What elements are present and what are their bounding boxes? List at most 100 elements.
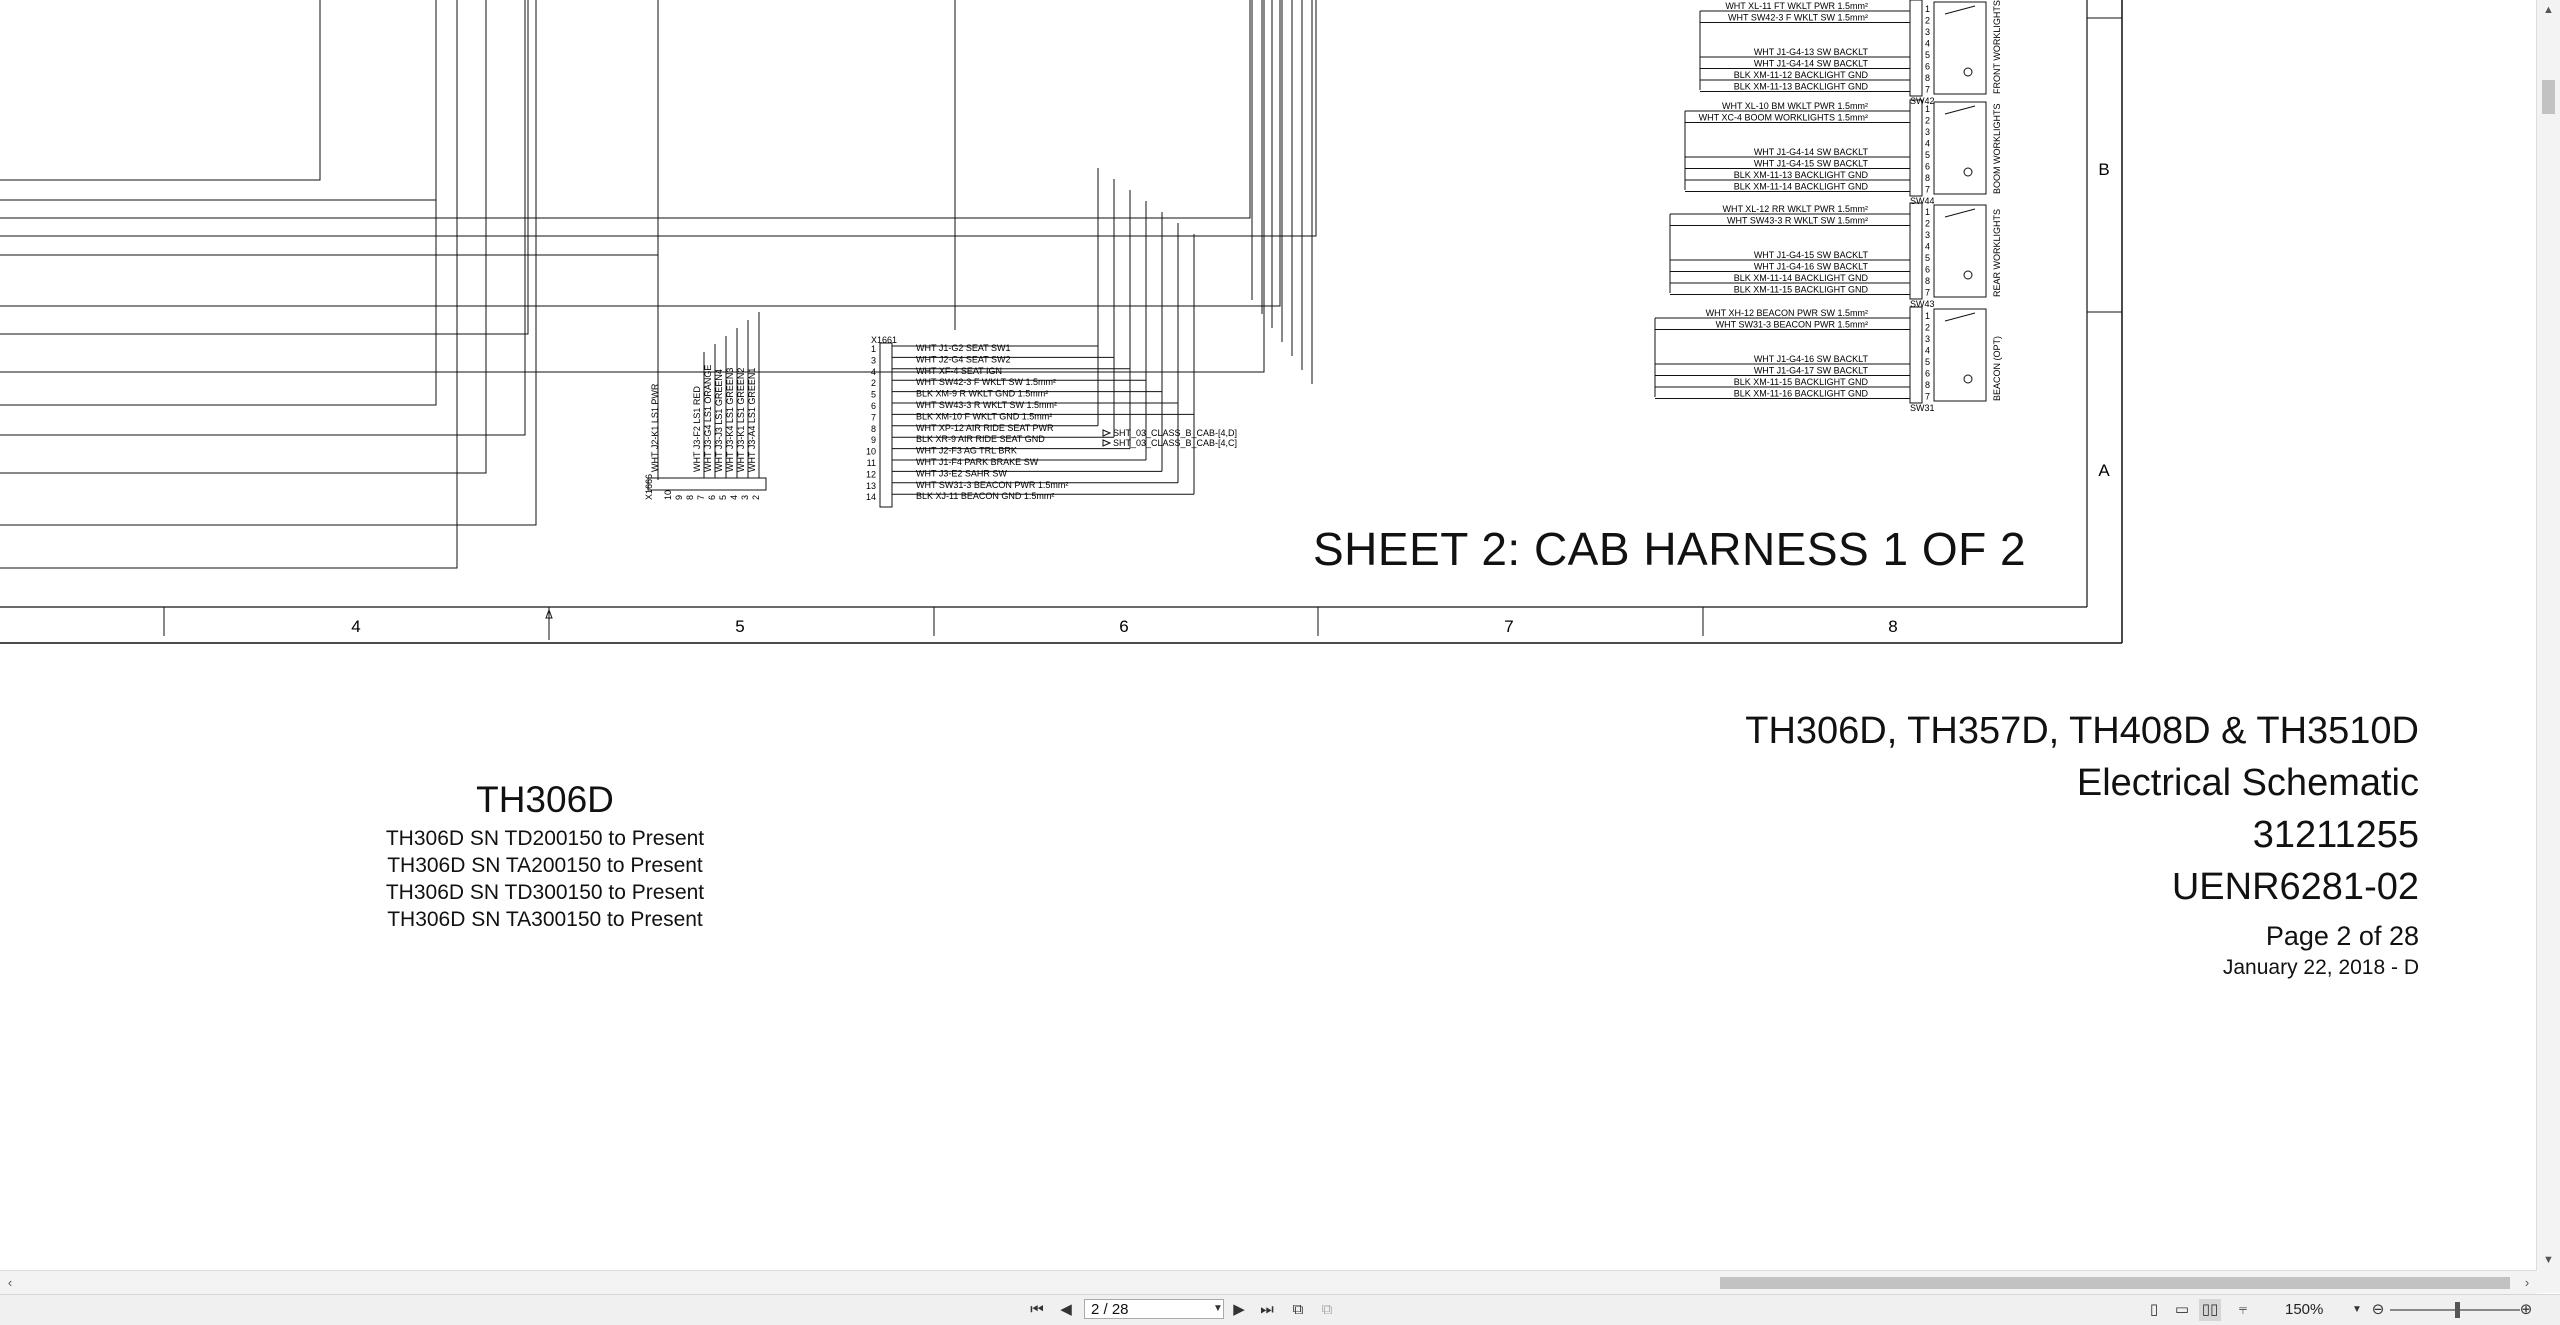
- switch-wire-label: WHT XL-12 RR WKLT PWR 1.5mm²: [1722, 204, 1868, 214]
- serial-line: TH306D SN TA300150 to Present: [387, 908, 703, 931]
- switch-pin-number: 5: [1925, 150, 1930, 160]
- two-page-view-icon[interactable]: ▯▯: [2199, 1299, 2221, 1321]
- switch-wire-label: WHT XL-10 BM WKLT PWR 1.5mm²: [1722, 101, 1868, 111]
- switch-pin-number: 8: [1925, 276, 1930, 286]
- wire-line: [1944, 5, 1976, 15]
- connector-pin-number: 8: [871, 424, 876, 434]
- connector-pin-number: 5: [718, 495, 728, 500]
- continuous-view-icon[interactable]: ▭: [2171, 1299, 2193, 1321]
- switch-wire-label: WHT J1-G4-15 SW BACKLT: [1754, 250, 1869, 260]
- serial-line: TH306D SN TA200150 to Present: [387, 854, 703, 877]
- connector-wire-label: WHT J3-K1 LS1 GREEN2: [736, 368, 746, 472]
- status-bar: ⏮ ◀ 2 / 28 ▼ ▶ ⏭ ⧉ ⧉ ▯ ▭ ▯▯ ⫧ 150% ▼ ⊖ ⊕: [0, 1294, 2560, 1325]
- title-date: January 22, 2018 - D: [2222, 956, 2419, 979]
- connector-wire-label: WHT J3-J3 LS1 GREEN4: [714, 369, 724, 472]
- vertical-scroll-thumb[interactable]: [2542, 80, 2555, 114]
- connector-wire-label: WHT J3-K4 LS1 GREEN3: [725, 368, 735, 472]
- switch-wire-label: BLK XM-11-13 BACKLIGHT GND: [1734, 82, 1869, 92]
- switch-name: REAR WORKLIGHTS: [1992, 209, 2002, 297]
- switch-connector-body: [1909, 202, 1923, 300]
- connector-pin-number: 2: [751, 495, 761, 500]
- switch-pin-number: 2: [1925, 16, 1930, 26]
- column-label: 8: [1888, 617, 1897, 636]
- switch-wire-label: WHT XL-11 FT WKLT PWR 1.5mm²: [1725, 1, 1868, 11]
- next-page-icon[interactable]: ▶: [1228, 1299, 1250, 1321]
- switch-wire-label: BLK XM-11-13 BACKLIGHT GND: [1734, 170, 1869, 180]
- wire-line: [1944, 208, 1976, 218]
- page-dropdown-icon[interactable]: ▼: [1213, 1299, 1225, 1319]
- connector-wire-label: WHT J3-E2 SAHR SW: [916, 468, 1007, 478]
- offsheet-arrow-icon: [1102, 429, 1112, 437]
- switch-pin-number: 1: [1925, 4, 1930, 14]
- switch-pin-number: 7: [1925, 85, 1930, 95]
- switch-pin-number: 7: [1925, 392, 1930, 402]
- switch-pin-number: 6: [1925, 369, 1930, 379]
- wire-line: [0, 0, 1281, 307]
- scroll-right-icon[interactable]: ›: [2517, 1271, 2537, 1294]
- switch-body: [1933, 1, 1987, 95]
- split-view-icon[interactable]: ⫧: [2232, 1299, 2254, 1321]
- switch-wire-label: BLK XM-11-16 BACKLIGHT GND: [1734, 389, 1869, 399]
- offsheet-arrow-icon: [1102, 439, 1112, 447]
- zoom-dropdown-icon[interactable]: ▼: [2352, 1299, 2362, 1321]
- first-page-icon[interactable]: ⏮: [1026, 1299, 1048, 1321]
- switch-pin-number: 8: [1925, 73, 1930, 83]
- connector-wire-label: WHT J3-G4 LS1 ORANGE: [703, 365, 713, 472]
- switch-pin-number: 4: [1925, 39, 1930, 49]
- single-page-view-icon[interactable]: ▯: [2143, 1299, 2165, 1321]
- serial-line: TH306D SN TD300150 to Present: [385, 881, 705, 904]
- switch-wire-label: WHT J1-G4-14 SW BACKLT: [1754, 147, 1869, 157]
- horizontal-scrollbar[interactable]: ‹ ›: [0, 1270, 2537, 1294]
- switch-pin-number: 2: [1925, 219, 1930, 229]
- page-number-input[interactable]: 2 / 28: [1084, 1299, 1224, 1319]
- connector-wire-label: WHT J1-G2 SEAT SW1: [916, 343, 1011, 353]
- offsheet-ref: SHT_03_CLASS_B_CAB-[4,D]: [1113, 428, 1237, 438]
- model-name: TH306D: [476, 779, 614, 820]
- last-page-icon[interactable]: ⏭: [1256, 1299, 1278, 1321]
- paste-page-icon[interactable]: ⧉: [1316, 1299, 1338, 1321]
- switch-wire-label: WHT J1-G4-13 SW BACKLT: [1754, 47, 1869, 57]
- switch-lamp-icon: [1963, 167, 1973, 177]
- model-block: TH306D TH306D SN TD200150 to Present TH3…: [380, 775, 710, 933]
- switch-lamp-icon: [1963, 270, 1973, 280]
- connector-wire-label: WHT SW43-3 R WKLT SW 1.5mm²: [916, 400, 1057, 410]
- switch-wire-label: WHT SW42-3 F WKLT SW 1.5mm²: [1728, 13, 1868, 23]
- wire-line: [0, 0, 1251, 219]
- connector-wire-label: WHT SW42-3 F WKLT SW 1.5mm²: [916, 377, 1056, 387]
- title-doc-number: UENR6281-02: [2171, 866, 2419, 908]
- connector-wire-label: WHT J2-K1 LS1 PWR: [650, 383, 660, 472]
- document-viewport[interactable]: 4 5 6 7 8 B A X1661 1 WHT J1-G2 SEAT SW1 3 WHT J2-G…: [0, 0, 2537, 1270]
- switch-pin-number: 4: [1925, 346, 1930, 356]
- switch-lamp-icon: [1963, 374, 1973, 384]
- copy-page-icon[interactable]: ⧉: [1287, 1299, 1309, 1321]
- zoom-level[interactable]: 150%: [2285, 1299, 2323, 1321]
- switch-pin-number: 7: [1925, 288, 1930, 298]
- connector-wire-label: WHT J3-F2 LS1 RED: [692, 386, 702, 472]
- connector-x1666-body: [647, 477, 767, 491]
- switch-pin-number: 4: [1925, 242, 1930, 252]
- zoom-slider-thumb[interactable]: [2455, 1302, 2460, 1318]
- switch-connector-body: [1909, 99, 1923, 197]
- zoom-out-icon[interactable]: ⊖: [2367, 1299, 2389, 1321]
- scroll-down-icon[interactable]: ▼: [2537, 1250, 2560, 1270]
- horizontal-scroll-thumb[interactable]: [1720, 1277, 2510, 1289]
- connector-pin-number: 11: [867, 458, 876, 468]
- connector-pin-number: 6: [707, 495, 717, 500]
- switch-pin-number: 6: [1925, 265, 1930, 275]
- prev-page-icon[interactable]: ◀: [1055, 1299, 1077, 1321]
- wire-line: [1944, 312, 1976, 322]
- scroll-left-icon[interactable]: ‹: [0, 1271, 20, 1294]
- switch-wire-label: WHT J1-G4-17 SW BACKLT: [1754, 366, 1869, 376]
- switch-pin-number: 5: [1925, 357, 1930, 367]
- connector-wire-label: BLK XR-9 AIR RIDE SEAT GND: [916, 434, 1045, 444]
- schematic-drawing: 4 5 6 7 8BAX16611 WHT J1-G2 SEAT SW13 WHT J2-G…: [0, 0, 2123, 644]
- title-models: TH306D, TH357D, TH408D & TH3510D: [1745, 710, 2419, 752]
- switch-name: BOOM WORKLIGHTS: [1992, 103, 2002, 194]
- switch-wire-label: BLK XM-11-14 BACKLIGHT GND: [1734, 273, 1869, 283]
- scroll-up-icon[interactable]: ▲: [2537, 0, 2560, 20]
- switch-pin-number: 3: [1925, 230, 1930, 240]
- vertical-scrollbar[interactable]: ▲ ▼: [2536, 0, 2560, 1270]
- sheet-label: SHEET 2: CAB HARNESS 1 OF 2: [1313, 523, 2027, 575]
- column-label: 5: [735, 617, 744, 636]
- zoom-in-icon[interactable]: ⊕: [2515, 1299, 2537, 1321]
